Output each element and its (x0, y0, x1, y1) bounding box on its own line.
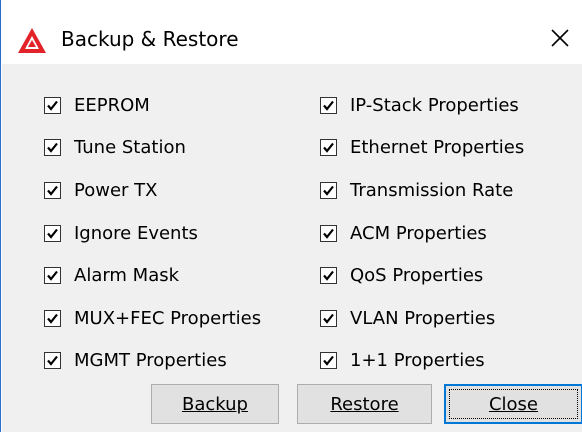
checkmark-icon (47, 356, 58, 367)
checkbox-label: EEPROM (74, 94, 150, 116)
checkbox-label: 1+1 Properties (350, 350, 485, 372)
checkmark-icon (323, 228, 334, 239)
checkbox-box[interactable] (320, 139, 337, 157)
checkbox-eeprom[interactable]: EEPROM (44, 84, 261, 127)
checkbox-label: QoS Properties (350, 265, 484, 287)
close-icon (551, 29, 569, 47)
checkbox-box[interactable] (44, 139, 61, 157)
close-button-label: Close (488, 393, 539, 415)
warning-triangle-icon (18, 28, 46, 53)
backup-restore-dialog: Backup & Restore EEPROM Tune Station Pow… (0, 0, 582, 432)
restore-button[interactable]: Restore (297, 384, 432, 424)
checkbox-label: VLAN Properties (350, 307, 496, 329)
checkmark-icon (323, 100, 334, 111)
checkmark-icon (47, 100, 58, 111)
checkbox-label: ACM Properties (350, 222, 487, 244)
backup-button[interactable]: Backup (151, 384, 279, 424)
checkbox-ignore-events[interactable]: Ignore Events (44, 212, 261, 255)
checkbox-box[interactable] (44, 96, 61, 114)
checkbox-label: IP-Stack Properties (350, 94, 519, 116)
checkbox-tune-station[interactable]: Tune Station (44, 127, 261, 170)
checkmark-icon (47, 270, 58, 281)
checkmark-icon (323, 356, 334, 367)
checkbox-box[interactable] (44, 267, 61, 285)
checkbox-alarm-mask[interactable]: Alarm Mask (44, 254, 261, 297)
checkbox-box[interactable] (44, 181, 61, 199)
window-title: Backup & Restore (61, 27, 239, 51)
close-button[interactable]: Close (444, 384, 582, 424)
checkbox-box[interactable] (320, 96, 337, 114)
checkmark-icon (323, 270, 334, 281)
checkbox-1plus1-properties[interactable]: 1+1 Properties (320, 340, 524, 383)
checkbox-label: MUX+FEC Properties (74, 307, 262, 329)
checkbox-box[interactable] (44, 224, 61, 242)
close-window-button[interactable] (542, 20, 578, 56)
dialog-body: EEPROM Tune Station Power TX Ignore Even… (2, 64, 582, 432)
checkbox-label: Power TX (74, 179, 158, 201)
checkbox-box[interactable] (320, 352, 337, 370)
checkmark-icon (47, 313, 58, 324)
checkbox-label: Tune Station (74, 137, 186, 159)
checkbox-transmission-rate[interactable]: Transmission Rate (320, 169, 524, 212)
checkbox-power-tx[interactable]: Power TX (44, 169, 261, 212)
checkbox-mux-fec-properties[interactable]: MUX+FEC Properties (44, 297, 261, 340)
checkmark-icon (47, 228, 58, 239)
checkbox-box[interactable] (320, 309, 337, 327)
checkbox-acm-properties[interactable]: ACM Properties (320, 212, 524, 255)
checkmark-icon (323, 313, 334, 324)
checkbox-label: Ethernet Properties (350, 137, 525, 159)
checkbox-column-right: IP-Stack Properties Ethernet Properties … (320, 84, 524, 382)
checkmark-icon (323, 143, 334, 154)
checkmark-icon (47, 143, 58, 154)
checkbox-qos-properties[interactable]: QoS Properties (320, 254, 524, 297)
checkbox-box[interactable] (320, 267, 337, 285)
checkbox-label: Alarm Mask (74, 265, 180, 287)
checkbox-box[interactable] (320, 181, 337, 199)
checkbox-label: Ignore Events (74, 222, 198, 244)
checkbox-ethernet-properties[interactable]: Ethernet Properties (320, 127, 524, 170)
checkbox-label: Transmission Rate (350, 179, 514, 201)
checkmark-icon (47, 185, 58, 196)
checkbox-vlan-properties[interactable]: VLAN Properties (320, 297, 524, 340)
checkbox-mgmt-properties[interactable]: MGMT Properties (44, 340, 261, 383)
checkbox-ip-stack-properties[interactable]: IP-Stack Properties (320, 84, 524, 127)
checkbox-box[interactable] (320, 224, 337, 242)
checkmark-icon (323, 185, 334, 196)
checkbox-column-left: EEPROM Tune Station Power TX Ignore Even… (44, 84, 261, 382)
checkbox-box[interactable] (44, 309, 61, 327)
checkbox-box[interactable] (44, 352, 61, 370)
checkbox-label: MGMT Properties (74, 350, 227, 372)
